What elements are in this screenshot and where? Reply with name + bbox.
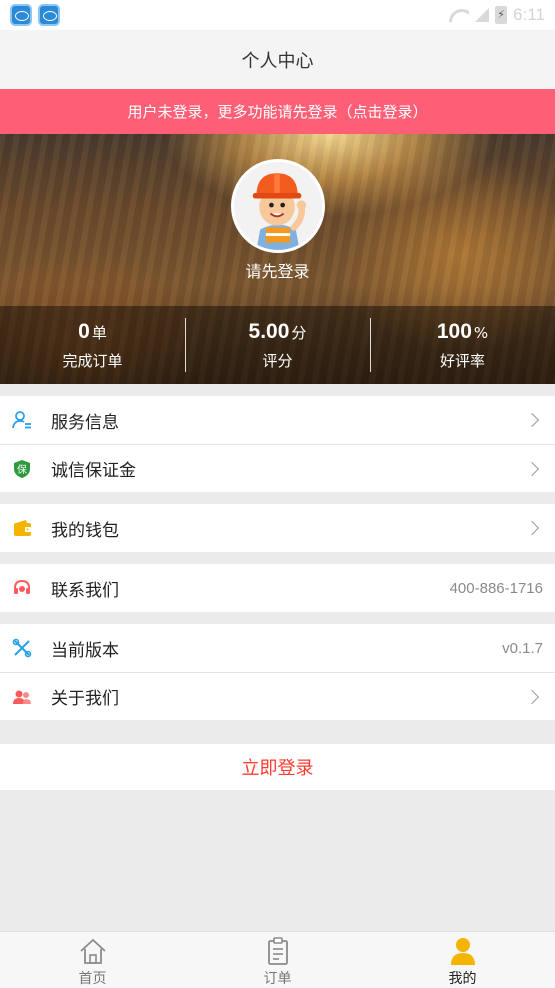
stat-value: 5.00 分: [249, 320, 307, 344]
tab-mine[interactable]: 我的: [370, 932, 555, 988]
menu-group-wallet: 我的钱包: [0, 504, 555, 552]
page-title: 个人中心: [241, 50, 314, 72]
login-notice-banner[interactable]: 用户未登录，更多功能请先登录（点击登录）: [0, 89, 555, 134]
stat-rating: 5.00 分 评分: [185, 306, 370, 384]
app-notification-icon: [38, 4, 60, 26]
menu-group-service: 服务信息 保 诚信保证金: [0, 396, 555, 492]
menu-item-contact[interactable]: 联系我们 400-886-1716: [0, 564, 555, 612]
worker-avatar[interactable]: [231, 159, 325, 253]
bottom-tab-bar: 首页 订单 我的: [0, 931, 555, 988]
menu-item-deposit[interactable]: 保 诚信保证金: [0, 444, 555, 492]
contact-phone-number[interactable]: 400-886-1716: [450, 580, 543, 597]
stat-unit: %: [473, 323, 489, 342]
status-time: 6:11: [513, 5, 545, 24]
tab-home[interactable]: 首页: [0, 932, 185, 988]
tab-label: 首页: [78, 971, 107, 987]
clipboard-icon: [267, 937, 288, 965]
stat-label: 完成订单: [62, 351, 123, 370]
worker-avatar-icon: [234, 162, 322, 250]
stat-number: 0: [78, 319, 90, 343]
stat-label: 评分: [262, 351, 293, 370]
home-icon: [79, 939, 106, 964]
login-button[interactable]: 立即登录: [0, 744, 555, 790]
chevron-right-icon: [524, 412, 540, 428]
menu-label: 关于我们: [51, 689, 119, 709]
headset-icon: [12, 578, 32, 598]
stat-value: 100 %: [437, 320, 488, 344]
menu-item-version[interactable]: 当前版本 v0.1.7: [0, 624, 555, 672]
stat-unit: 单: [91, 323, 107, 342]
status-indicators: 6:11: [449, 4, 545, 26]
stat-value: 0 单: [78, 320, 107, 344]
menu-label: 联系我们: [51, 580, 119, 601]
profile-header: 请先登录 0 单 完成订单 5.00 分 评分 100 % 好评率: [0, 134, 555, 384]
tools-icon: [12, 638, 32, 658]
app-version-value: v0.1.7: [502, 639, 543, 657]
menu-label: 我的钱包: [51, 520, 119, 541]
menu-label: 诚信保证金: [51, 461, 136, 481]
tab-label: 订单: [263, 971, 292, 987]
stat-label: 好评率: [439, 351, 485, 370]
stat-number: 100: [436, 319, 472, 343]
menu-item-wallet[interactable]: 我的钱包: [0, 504, 555, 552]
wallet-icon: [12, 518, 32, 538]
person-icon: [450, 938, 475, 965]
page-header: 个人中心: [0, 30, 555, 89]
stat-positive-rate: 100 % 好评率: [370, 306, 555, 384]
tab-label: 我的: [448, 971, 477, 987]
chevron-right-icon: [524, 461, 540, 476]
tab-orders[interactable]: 订单: [185, 932, 370, 988]
chevron-right-icon: [524, 520, 540, 536]
menu-group-about: 当前版本 v0.1.7 关于我们: [0, 624, 555, 720]
signal-icon: [475, 8, 490, 22]
stat-number: 5.00: [248, 319, 290, 343]
login-prompt-text[interactable]: 请先登录: [0, 258, 555, 282]
stats-bar: 0 单 完成订单 5.00 分 评分 100 % 好评率: [0, 306, 555, 384]
status-bar: 6:11: [0, 0, 555, 30]
menu-label: 服务信息: [51, 412, 119, 433]
people-icon: [12, 687, 32, 707]
menu-group-contact: 联系我们 400-886-1716: [0, 564, 555, 612]
menu-item-about[interactable]: 关于我们: [0, 672, 555, 720]
user-list-icon: [12, 410, 32, 430]
shield-bao-icon: 保: [12, 459, 32, 479]
wifi-icon: [449, 7, 469, 23]
shield-bao-text: 保: [17, 463, 27, 476]
battery-charging-icon: [495, 6, 508, 24]
menu-item-service-info[interactable]: 服务信息: [0, 396, 555, 444]
menu-label: 当前版本: [51, 640, 119, 661]
stat-unit: 分: [291, 323, 307, 342]
stat-completed-orders: 0 单 完成订单: [0, 306, 185, 384]
app-notification-icon: [10, 4, 32, 26]
chevron-right-icon: [524, 689, 540, 704]
